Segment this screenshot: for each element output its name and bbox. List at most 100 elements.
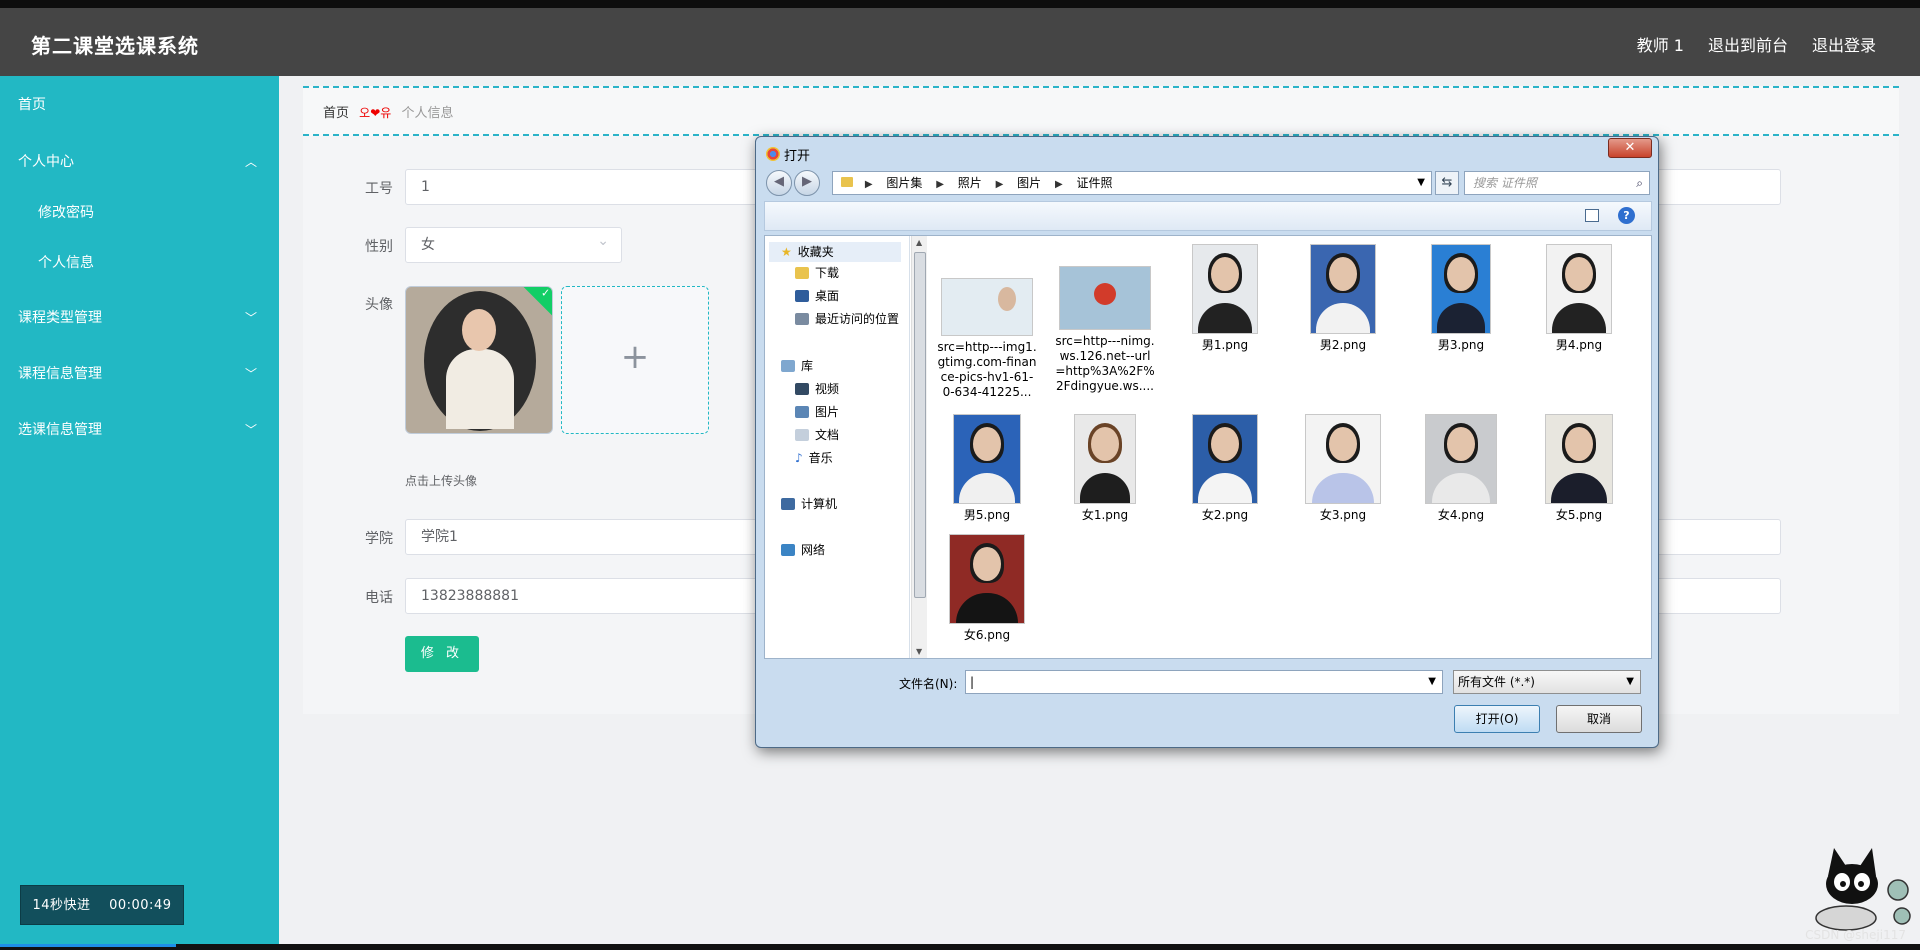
file-thumbnail [1192, 414, 1258, 504]
file-name: 女4.png [1437, 508, 1485, 522]
refresh-button[interactable]: ⇆ [1435, 171, 1459, 195]
scroll-down-icon[interactable]: ▼ [916, 647, 922, 656]
nav-libraries[interactable]: 库 [781, 356, 813, 376]
file-item[interactable]: 男4.png [1529, 244, 1629, 353]
sidebar-item-change-password[interactable]: 修改密码 [0, 193, 279, 233]
file-item[interactable]: 女4.png [1411, 414, 1511, 523]
nav-pictures[interactable]: 图片 [795, 402, 839, 422]
path-segment[interactable]: 照片 [958, 176, 982, 190]
file-item[interactable]: 男1.png [1175, 244, 1275, 353]
avatar-preview[interactable]: ✓ [405, 286, 553, 434]
address-bar[interactable]: ▶ 图片集 ▶ 照片 ▶ 图片 ▶ 证件照 ▼ [832, 171, 1432, 195]
navigation-pane: ★ 收藏夹 下载 桌面 最近访问的位置 库 视频 图片 文档 ♪ 音乐 计算机 … [765, 236, 910, 658]
sidebar-item-label: 个人信息 [38, 255, 94, 271]
navigation-bar: ◀ ▶ ▶ 图片集 ▶ 照片 ▶ 图片 ▶ 证件照 ▼ ⇆ 搜索 证件照 ⌕ [764, 168, 1652, 196]
sidebar-item-home[interactable]: 首页 [0, 85, 279, 125]
video-progress-bar[interactable] [0, 944, 1920, 950]
avatar-upload-button[interactable]: + [561, 286, 709, 434]
sidebar-item-course-type[interactable]: 课程类型管理 ﹀ [0, 298, 279, 338]
path-segment[interactable]: 图片 [1017, 176, 1041, 190]
open-button[interactable]: 打开(O) [1454, 705, 1540, 733]
nav-label: 库 [801, 359, 814, 373]
phone-label: 电话 [365, 590, 393, 606]
submit-button[interactable]: 修 改 [405, 636, 479, 672]
file-name: 女6.png [963, 628, 1011, 642]
upload-hint: 点击上传头像 [405, 474, 478, 488]
forward-button[interactable]: ▶ [794, 170, 820, 196]
nav-music[interactable]: ♪ 音乐 [795, 448, 833, 468]
file-name: 女5.png [1555, 508, 1603, 522]
dialog-footer: 文件名(N): | ▼ 所有文件 (*.*) ▼ 打开(O) 取消 [764, 663, 1652, 739]
search-input[interactable]: 搜索 证件照 ⌕ [1464, 171, 1650, 195]
nav-label: 下载 [815, 266, 840, 280]
nav-label: 桌面 [815, 289, 840, 303]
sidebar-item-label: 修改密码 [38, 205, 94, 221]
file-name: 男4.png [1555, 338, 1603, 352]
file-item[interactable]: 女5.png [1529, 414, 1629, 523]
file-item[interactable]: 女3.png [1293, 414, 1393, 523]
path-segment[interactable]: 证件照 [1076, 176, 1112, 190]
id-label: 工号 [365, 181, 393, 197]
file-item[interactable]: 女2.png [1175, 414, 1275, 523]
scroll-up-icon[interactable]: ▲ [916, 238, 922, 247]
scroll-thumb[interactable] [914, 252, 926, 598]
nav-documents[interactable]: 文档 [795, 425, 839, 445]
exit-to-frontend-link[interactable]: 退出到前台 [1708, 32, 1788, 56]
help-icon[interactable]: ? [1618, 207, 1635, 224]
filetype-select[interactable]: 所有文件 (*.*) ▼ [1453, 670, 1641, 694]
nav-downloads[interactable]: 下载 [795, 263, 839, 283]
filetype-value: 所有文件 (*.*) [1458, 675, 1535, 689]
avatar-label: 头像 [365, 297, 393, 313]
sidebar-item-selection-info[interactable]: 选课信息管理 ﹀ [0, 410, 279, 450]
file-item[interactable]: 女6.png [937, 534, 1037, 643]
file-thumbnail [1192, 244, 1258, 334]
video-progress-fill [0, 944, 176, 947]
upload-success-badge: ✓ [521, 287, 552, 318]
nav-computer[interactable]: 计算机 [781, 494, 837, 514]
nav-desktop[interactable]: 桌面 [795, 286, 839, 306]
nav-network[interactable]: 网络 [781, 540, 825, 560]
search-placeholder: 搜索 证件照 [1473, 176, 1537, 190]
file-item[interactable]: src=http---img1.gtimg.com-finance-pics-h… [937, 278, 1037, 400]
file-item[interactable]: 男5.png [937, 414, 1037, 523]
cancel-button[interactable]: 取消 [1556, 705, 1642, 733]
file-item[interactable]: 男3.png [1411, 244, 1511, 353]
nav-recent[interactable]: 最近访问的位置 [795, 309, 899, 329]
chevron-right-icon: ▶ [936, 179, 944, 190]
top-strip [0, 0, 1920, 8]
nav-scrollbar[interactable]: ▲ ▼ [911, 236, 927, 658]
file-thumbnail [949, 534, 1025, 624]
file-thumbnail [1425, 414, 1497, 504]
current-user-link[interactable]: 教师 1 [1637, 32, 1684, 56]
dropdown-arrow-icon[interactable]: ▼ [1417, 172, 1425, 194]
preview-pane-icon[interactable] [1585, 209, 1599, 222]
sidebar-item-course-info[interactable]: 课程信息管理 ﹀ [0, 354, 279, 394]
sidebar-item-personal-info[interactable]: 个人信息 [0, 243, 279, 283]
gender-select[interactable]: 女 [405, 224, 622, 263]
nav-label: 音乐 [808, 451, 833, 465]
nav-videos[interactable]: 视频 [795, 379, 839, 399]
nav-label: 收藏夹 [797, 245, 834, 259]
chevron-right-icon: ▶ [1054, 179, 1063, 190]
dialog-close-button[interactable]: ✕ [1608, 138, 1652, 158]
plus-icon: + [620, 337, 650, 377]
file-thumbnail [1545, 414, 1613, 504]
sidebar-item-label: 首页 [18, 97, 46, 113]
dropdown-arrow-icon[interactable]: ▼ [1428, 671, 1436, 693]
path-segment[interactable]: 图片集 [886, 176, 922, 190]
timer-label: 14秒快进 [32, 898, 91, 913]
breadcrumb-home[interactable]: 首页 [323, 106, 349, 121]
nav-favorites[interactable]: ★ 收藏夹 [781, 242, 834, 262]
file-item[interactable]: src=http---nimg.ws.126.net--url=http%3A%… [1055, 266, 1155, 394]
back-button[interactable]: ◀ [766, 170, 792, 196]
sidebar-item-personal-center[interactable]: 个人中心 ︿ [0, 142, 279, 182]
file-item[interactable]: 男2.png [1293, 244, 1393, 353]
filename-input[interactable]: | ▼ [965, 670, 1443, 694]
chevron-right-icon: ▶ [864, 179, 873, 190]
file-item[interactable]: 女1.png [1055, 414, 1155, 523]
file-thumbnail [941, 278, 1033, 336]
header-links: 教师 1 退出到前台 退出登录 [1637, 32, 1876, 56]
folder-icon [841, 177, 853, 187]
logout-link[interactable]: 退出登录 [1812, 32, 1876, 56]
pictures-icon [795, 406, 809, 418]
